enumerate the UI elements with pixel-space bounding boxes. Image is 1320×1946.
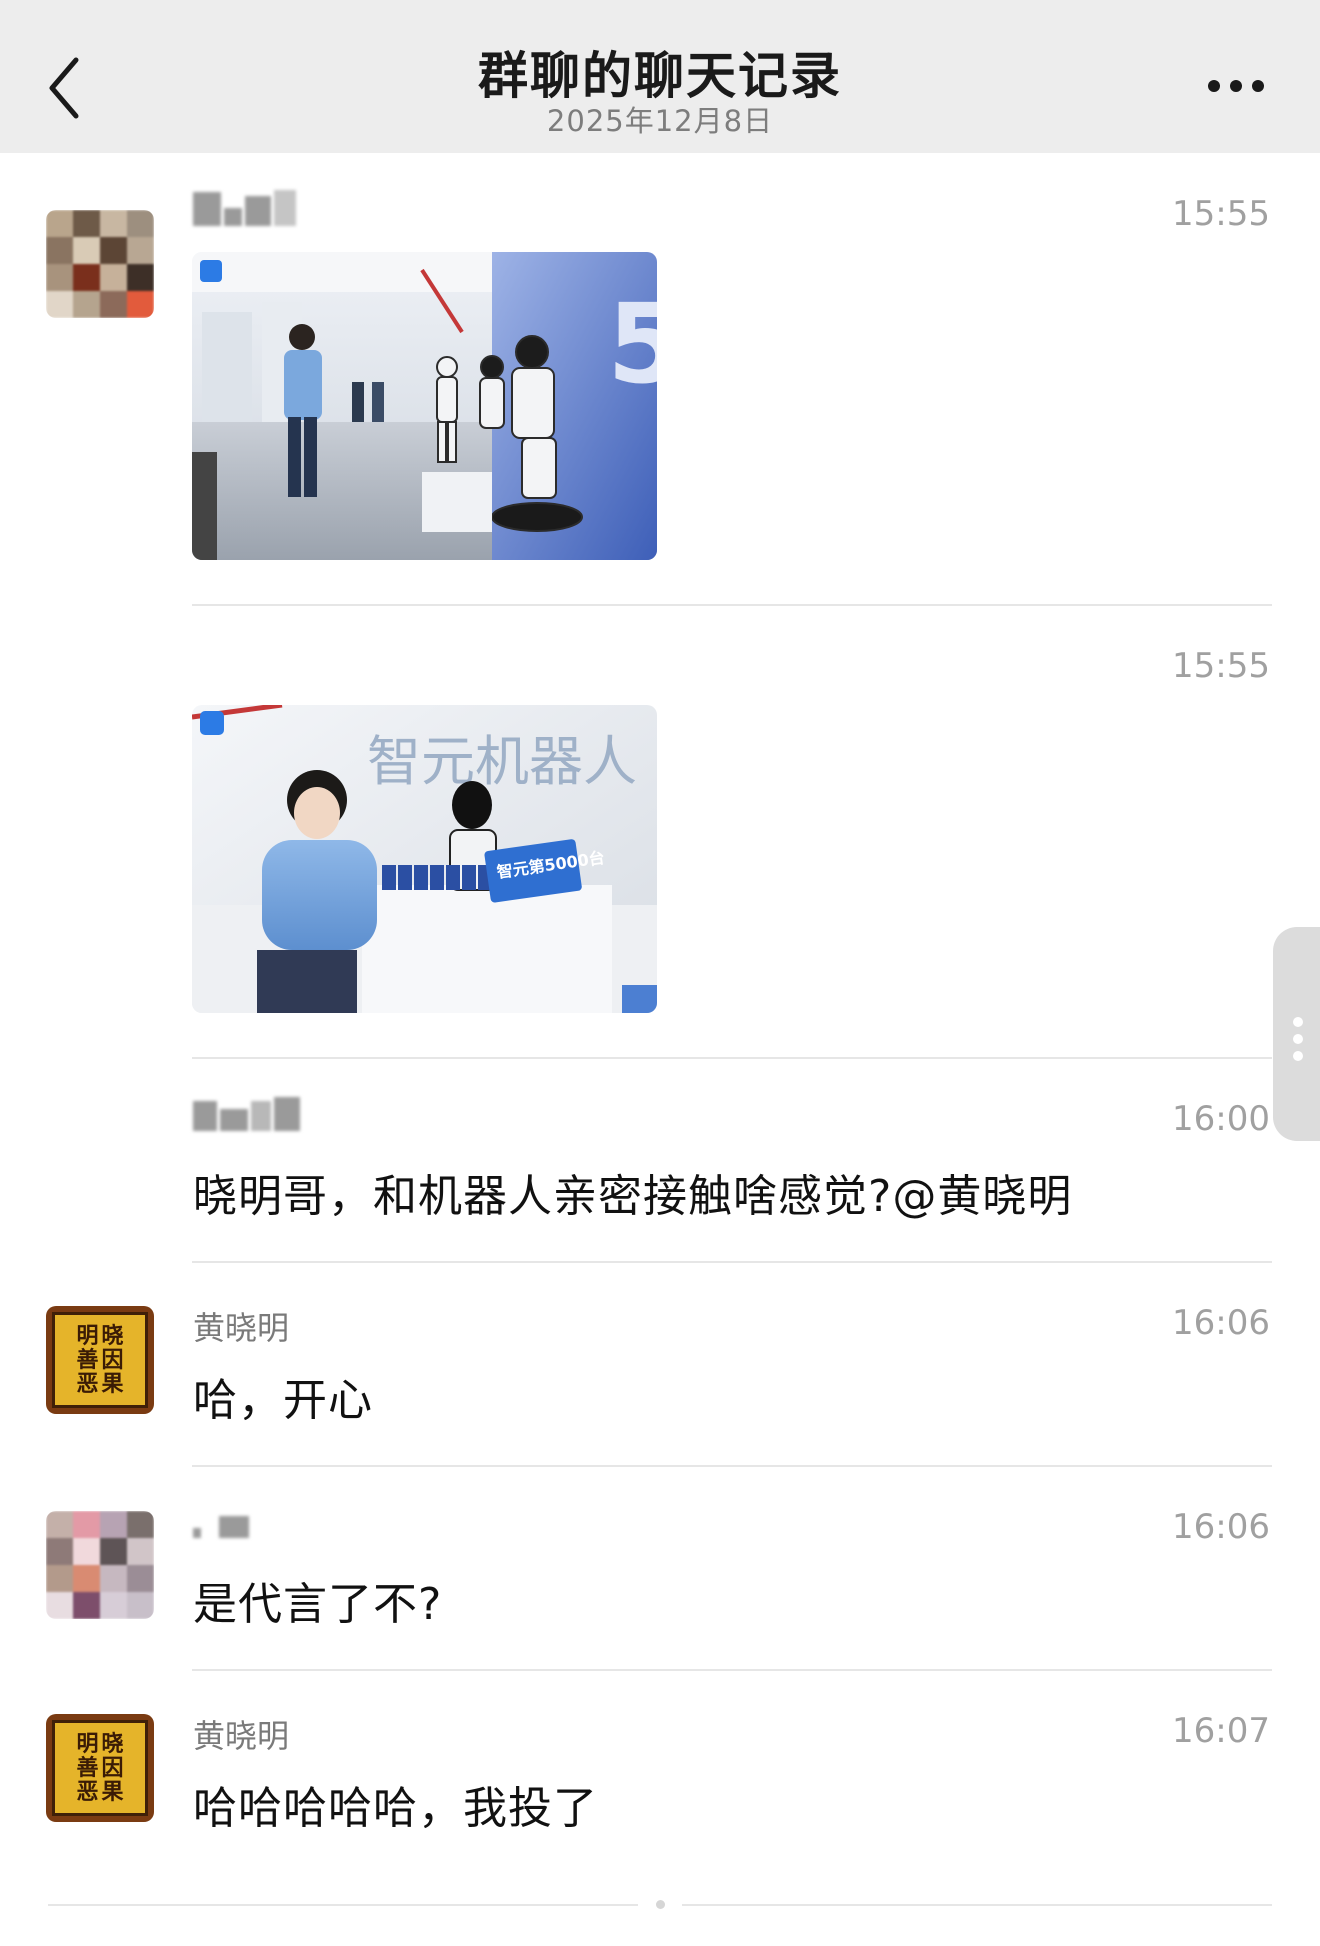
avatar[interactable]: 晓因果 明善恶 xyxy=(46,1714,154,1822)
message-time: 16:06 xyxy=(1172,1507,1270,1547)
blurred-avatar-image xyxy=(46,210,154,318)
more-button[interactable] xyxy=(1200,66,1280,106)
message-photo[interactable]: 智元机器人 智元第5000台 xyxy=(192,705,657,1013)
header-bar: 群聊的聊天记录 2025年12月8日 xyxy=(0,0,1320,153)
avatar[interactable] xyxy=(46,210,154,318)
message-time: 16:07 xyxy=(1172,1711,1270,1751)
blurred-avatar-image xyxy=(46,1511,154,1619)
scroll-handle[interactable] xyxy=(1273,927,1320,1141)
message-text: 是代言了不? xyxy=(193,1579,443,1630)
message-divider xyxy=(192,1669,1272,1671)
message-time: 15:55 xyxy=(1172,646,1270,686)
robot-exhibition-photo: 50 xyxy=(192,252,657,560)
message-divider xyxy=(192,1057,1272,1059)
message-photo[interactable]: 50 xyxy=(192,252,657,560)
message-time: 16:06 xyxy=(1172,1303,1270,1343)
bottom-divider-right xyxy=(682,1904,1272,1906)
bottom-divider-dot xyxy=(656,1900,665,1909)
seal-avatar-image: 晓因果 明善恶 xyxy=(52,1312,148,1408)
sender-name-blurred xyxy=(193,1097,300,1131)
message-time: 16:00 xyxy=(1172,1099,1270,1139)
sender-name: 黄晓明 xyxy=(193,1309,290,1347)
message-text: 哈，开心 xyxy=(193,1375,373,1426)
sender-name-blurred xyxy=(193,1516,249,1538)
avatar[interactable] xyxy=(46,1511,154,1619)
sender-name-blurred xyxy=(193,190,296,226)
avatar[interactable]: 晓因果 明善恶 xyxy=(46,1306,154,1414)
sender-name: 黄晓明 xyxy=(193,1717,290,1755)
seal-avatar-image: 晓因果 明善恶 xyxy=(52,1720,148,1816)
message-divider xyxy=(192,604,1272,606)
brand-signage-text: 智元机器人 xyxy=(367,730,637,793)
svg-text:50: 50 xyxy=(607,280,657,408)
message-divider xyxy=(192,1465,1272,1467)
message-text: 哈哈哈哈哈，我投了 xyxy=(193,1783,598,1834)
message-time: 15:55 xyxy=(1172,194,1270,234)
message-divider xyxy=(192,1261,1272,1263)
message-text: 晓明哥，和机器人亲密接触啥感觉?@黄晓明 xyxy=(193,1171,1073,1222)
more-horizontal-icon xyxy=(1208,80,1264,92)
page-date: 2025年12月8日 xyxy=(546,104,774,138)
robot-counter-photo: 智元机器人 智元第5000台 xyxy=(192,705,657,1013)
bottom-divider-left xyxy=(48,1904,638,1906)
water-bottles xyxy=(382,865,492,890)
